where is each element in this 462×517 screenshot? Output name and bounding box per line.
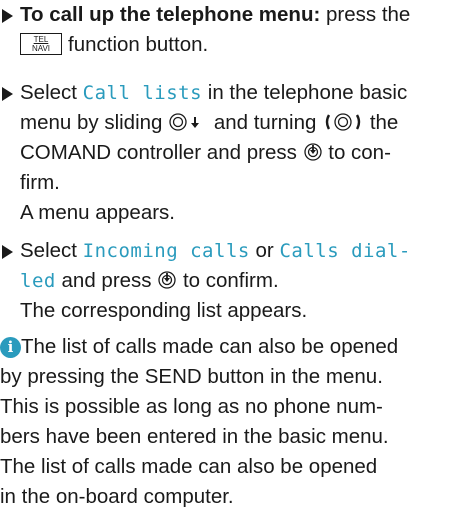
manual-page: To call up the telephone menu: press the… — [0, 3, 411, 508]
menu-item-calls-dialled: Calls dial- — [279, 240, 411, 262]
step-heading: To call up the telephone menu: — [20, 3, 321, 26]
triangle-bullet-icon — [2, 9, 13, 23]
controller-turn-icon — [325, 112, 361, 131]
triangle-bullet-icon — [2, 245, 13, 259]
controller-press-icon — [303, 142, 322, 161]
menu-item-calls-dialled-cont: led — [20, 270, 56, 292]
triangle-bullet-icon — [2, 87, 13, 101]
menu-item-incoming-calls: Incoming calls — [82, 240, 250, 262]
step-result: The corresponding list appears. — [20, 299, 308, 322]
controller-slide-down-icon — [169, 112, 200, 131]
step-result: A menu appears. — [20, 201, 175, 224]
info-icon: i — [0, 337, 21, 358]
menu-item-call-lists: Call lists — [82, 82, 203, 104]
tel-navi-key-icon: TEL NAVI — [20, 32, 62, 55]
controller-press-icon — [158, 270, 176, 289]
